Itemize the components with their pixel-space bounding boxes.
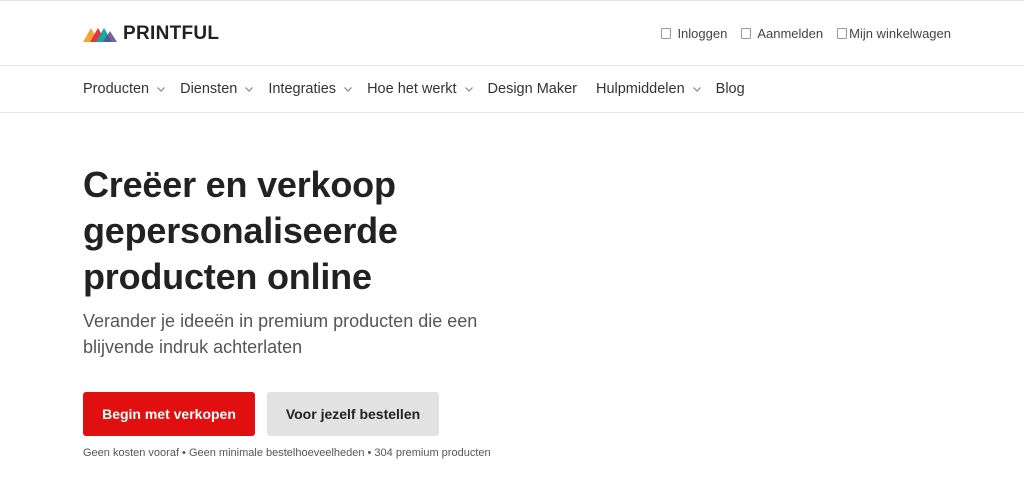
nav-item-label: Blog — [715, 81, 745, 97]
chevron-down-icon — [245, 87, 254, 92]
top-header: PRINTFUL Inloggen Aanmelden Mijn winkelw… — [0, 0, 1024, 66]
nav-item-diensten[interactable]: Diensten — [180, 81, 254, 97]
cart-icon — [837, 28, 848, 39]
signup-label: Aanmelden — [757, 26, 824, 41]
chevron-down-icon — [692, 87, 701, 92]
hero-title-line: Creëer en verkoop — [83, 164, 396, 205]
hero-footnote: Geen kosten vooraf • Geen minimale beste… — [83, 447, 491, 459]
start-selling-button[interactable]: Begin met verkopen — [83, 392, 255, 436]
signup-link[interactable]: Aanmelden — [741, 26, 823, 41]
printful-logo[interactable]: PRINTFUL — [83, 23, 219, 45]
hero-title-line: producten online — [83, 256, 372, 297]
order-for-yourself-button[interactable]: Voor jezelf bestellen — [267, 392, 439, 436]
nav-item-hoe-het-werkt[interactable]: Hoe het werkt — [367, 81, 473, 97]
cart-link[interactable]: Mijn winkelwagen — [837, 26, 951, 41]
logo-wordmark: PRINTFUL — [123, 23, 220, 44]
signup-icon — [741, 28, 752, 39]
printful-logo-icon — [83, 28, 117, 42]
login-icon — [661, 28, 672, 39]
nav-item-label: Producten — [83, 81, 150, 97]
login-link[interactable]: Inloggen — [661, 26, 727, 41]
nav-item-label: Hulpmiddelen — [595, 81, 685, 97]
nav-item-label: Hoe het werkt — [367, 81, 457, 97]
hero-subtitle: Verander je ideeën in premium producten … — [83, 311, 478, 357]
nav-item-label: Integraties — [268, 81, 337, 97]
hero-section: Creëer en verkoop gepersonaliseerde prod… — [83, 162, 583, 360]
login-label: Inloggen — [677, 26, 728, 41]
cart-label: Mijn winkelwagen — [849, 26, 951, 41]
hero-actions: Begin met verkopen Voor jezelf bestellen — [83, 392, 439, 436]
nav-item-integraties[interactable]: Integraties — [268, 81, 353, 97]
nav-item-label: Diensten — [180, 81, 238, 97]
nav-item-blog[interactable]: Blog — [716, 81, 745, 97]
chevron-down-icon — [344, 87, 352, 92]
nav-item-hulpmiddelen[interactable]: Hulpmiddelen — [596, 81, 702, 97]
chevron-down-icon — [464, 87, 473, 92]
nav-item-design-maker[interactable]: Design Maker — [488, 81, 577, 97]
hero-title: Creëer en verkoop gepersonaliseerde prod… — [83, 162, 583, 300]
chevron-down-icon — [157, 87, 166, 92]
nav-item-producten[interactable]: Producten — [83, 81, 166, 97]
account-links: Inloggen Aanmelden Mijn winkelwagen — [661, 26, 951, 41]
nav-item-label: Design Maker — [487, 81, 577, 97]
hero-title-line: gepersonaliseerde — [83, 210, 398, 251]
main-navigation: Producten Diensten Integraties Hoe het w… — [0, 66, 1024, 113]
